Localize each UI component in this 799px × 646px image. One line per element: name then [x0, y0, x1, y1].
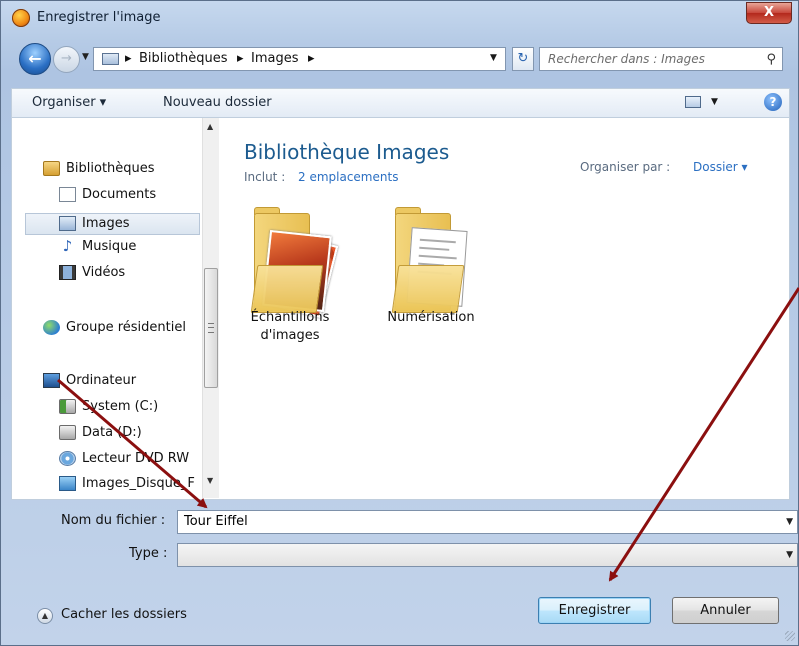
- folder-front: [250, 265, 324, 313]
- title-bar: Enregistrer l'image X: [1, 1, 798, 35]
- forward-arrow-icon: →: [61, 51, 72, 66]
- documents-icon: [59, 187, 76, 202]
- nav-item-dvd[interactable]: Lecteur DVD RW: [59, 451, 189, 473]
- nav-item-label: Groupe résidentiel: [66, 320, 186, 335]
- videos-icon: [59, 265, 76, 280]
- navigation-pane: Bibliothèques Documents Images ♪ Musique …: [12, 118, 202, 498]
- address-bar[interactable]: ▸ Bibliothèques ▸ Images ▸ ▼: [93, 47, 506, 71]
- nav-item-label: System (C:): [82, 399, 159, 414]
- breadcrumb-separator-icon[interactable]: ▸: [125, 51, 132, 66]
- command-toolbar: Organiser ▾ Nouveau dossier ▼ ?: [11, 88, 790, 118]
- filename-value: Tour Eiffel: [184, 514, 248, 529]
- scrollbar-thumb[interactable]: [204, 268, 218, 388]
- network-drive-icon: [59, 476, 76, 491]
- nav-item-libraries[interactable]: Bibliothèques: [43, 161, 155, 183]
- nav-item-label: Musique: [82, 239, 137, 254]
- nav-item-label: Documents: [82, 187, 157, 202]
- pictures-icon: [59, 216, 76, 231]
- organize-menu[interactable]: Organiser ▾: [32, 95, 106, 110]
- library-icon: [43, 161, 60, 176]
- nav-item-documents[interactable]: Documents: [59, 187, 156, 209]
- nav-item-label: Vidéos: [82, 265, 126, 280]
- includes-locations-link[interactable]: 2 emplacements: [298, 170, 398, 184]
- breadcrumb-separator-icon[interactable]: ▸: [237, 51, 244, 66]
- nav-item-label: Ordinateur: [66, 373, 137, 388]
- nav-item-network-drive[interactable]: Images_Disque_F: [59, 476, 195, 498]
- save-form: Nom du fichier : Tour Eiffel ▼ Type : ▼ …: [11, 500, 798, 640]
- computer-icon: [43, 373, 60, 388]
- nav-item-images[interactable]: Images: [25, 213, 200, 235]
- arrange-by-label: Organiser par :: [580, 160, 671, 174]
- dvd-icon: [59, 451, 76, 466]
- view-options-icon[interactable]: [685, 96, 701, 108]
- drive-icon: [59, 425, 76, 440]
- window-title: Enregistrer l'image: [37, 10, 161, 25]
- help-icon[interactable]: ?: [764, 93, 782, 111]
- nav-item-label: Lecteur DVD RW: [82, 451, 190, 466]
- nav-item-label: Images_Disque_F: [82, 476, 195, 491]
- system-drive-icon: [59, 399, 76, 414]
- hide-folders-icon[interactable]: ▲: [37, 608, 53, 624]
- includes-label: Inclut :: [244, 170, 286, 184]
- save-image-dialog: Enregistrer l'image X ← → ▼ ▸ Bibliothèq…: [0, 0, 799, 646]
- nav-pane-scrollbar[interactable]: ▲ ▼: [202, 118, 219, 498]
- view-dropdown-icon[interactable]: ▼: [711, 97, 718, 107]
- search-box[interactable]: Rechercher dans : Images ⚲: [539, 47, 783, 71]
- content-area: Bibliothèques Documents Images ♪ Musique …: [11, 118, 790, 500]
- filename-label: Nom du fichier :: [61, 513, 166, 528]
- nav-item-videos[interactable]: Vidéos: [59, 265, 125, 287]
- nav-item-data-drive[interactable]: Data (D:): [59, 425, 142, 447]
- folder-label-line2: d'images: [260, 328, 320, 343]
- folder-scans[interactable]: Numérisation: [379, 207, 483, 333]
- file-list-pane: Bibliothèque Images Inclut : 2 emplaceme…: [220, 118, 789, 498]
- folder-label-line1: Numérisation: [387, 310, 475, 325]
- nav-item-computer[interactable]: Ordinateur: [43, 373, 136, 395]
- firefox-icon: [12, 9, 30, 27]
- type-dropdown-icon[interactable]: ▼: [786, 550, 793, 560]
- folder-sample-pictures[interactable]: Échantillons d'images: [238, 207, 342, 343]
- nav-item-label: Images: [82, 216, 130, 231]
- hide-folders-link[interactable]: Cacher les dossiers: [61, 607, 187, 622]
- grip-icon: [208, 323, 214, 333]
- arrange-by-dropdown[interactable]: Dossier ▾: [693, 160, 748, 174]
- forward-button[interactable]: →: [53, 46, 80, 73]
- nav-item-label: Data (D:): [82, 425, 142, 440]
- search-placeholder: Rechercher dans : Images: [548, 52, 705, 66]
- cancel-button[interactable]: Annuler: [672, 597, 779, 624]
- filename-input[interactable]: Tour Eiffel ▼: [177, 510, 798, 534]
- nav-item-system-drive[interactable]: System (C:): [59, 399, 158, 421]
- nav-item-music[interactable]: ♪ Musique: [59, 237, 137, 261]
- save-button[interactable]: Enregistrer: [538, 597, 651, 624]
- search-icon[interactable]: ⚲: [766, 52, 776, 67]
- breadcrumb-images[interactable]: Images: [251, 51, 299, 66]
- scroll-down-icon[interactable]: ▼: [207, 476, 213, 485]
- new-folder-button[interactable]: Nouveau dossier: [163, 95, 272, 110]
- navigation-bar: ← → ▼ ▸ Bibliothèques ▸ Images ▸ ▼ ↻ Rec…: [1, 43, 798, 79]
- back-button[interactable]: ←: [19, 43, 51, 75]
- folder-front: [391, 265, 465, 313]
- breadcrumb-separator-icon[interactable]: ▸: [308, 51, 315, 66]
- back-arrow-icon: ←: [28, 49, 42, 68]
- filename-dropdown-icon[interactable]: ▼: [786, 517, 793, 527]
- libraries-folder-icon: [102, 53, 119, 65]
- file-type-select[interactable]: ▼: [177, 543, 798, 567]
- recent-pages-dropdown-icon[interactable]: ▼: [82, 52, 89, 62]
- folder-label: Numérisation: [379, 309, 483, 327]
- library-title: Bibliothèque Images: [244, 140, 450, 164]
- resize-grip[interactable]: [785, 631, 795, 641]
- address-dropdown-icon[interactable]: ▼: [490, 53, 497, 63]
- nav-item-label: Bibliothèques: [66, 161, 155, 176]
- refresh-button[interactable]: ↻: [512, 47, 534, 71]
- homegroup-icon: [43, 320, 60, 335]
- folder-label-line1: Échantillons: [250, 310, 330, 325]
- scroll-up-icon[interactable]: ▲: [207, 122, 213, 131]
- type-label: Type :: [129, 546, 168, 561]
- breadcrumb-libraries[interactable]: Bibliothèques: [139, 51, 228, 66]
- folder-label: Échantillons d'images: [238, 309, 342, 345]
- music-icon: ♪: [62, 237, 73, 255]
- refresh-icon: ↻: [517, 51, 529, 66]
- close-button[interactable]: X: [746, 2, 792, 24]
- nav-item-homegroup[interactable]: Groupe résidentiel: [43, 320, 186, 342]
